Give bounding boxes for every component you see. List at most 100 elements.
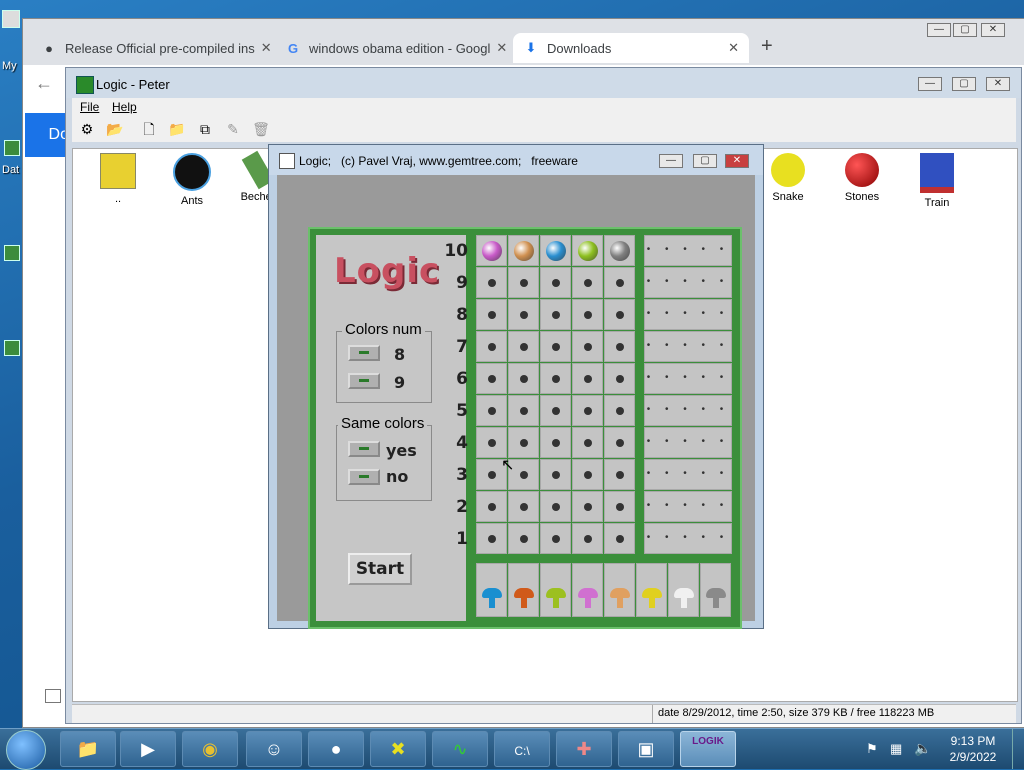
peg-hole[interactable] [540,523,571,554]
file-item-stones[interactable]: Stones [827,153,897,203]
peg-hole[interactable] [508,523,539,554]
open-folder-icon[interactable]: 📂 [106,120,124,138]
media-taskbar-button[interactable]: ▶ [120,731,176,767]
new-file-icon[interactable]: 🗋 [140,120,158,138]
tree-icon[interactable]: ⚙ [78,120,96,138]
file-item-train[interactable]: Train [902,153,972,209]
new-folder-icon[interactable]: 📁 [168,120,186,138]
same-yes-option[interactable] [348,441,380,457]
puzzle-taskbar-button[interactable]: ▣ [618,731,674,767]
peg-hole[interactable] [604,331,635,362]
close-button[interactable]: ✕ [981,23,1005,37]
peg-hole[interactable] [604,267,635,298]
color-peg-picker[interactable] [476,563,507,617]
peg-hole[interactable] [540,299,571,330]
clock-date[interactable]: 2/9/2022 [940,750,1006,764]
peg-hole[interactable] [508,491,539,522]
color-peg-picker[interactable] [508,563,539,617]
tab-google[interactable]: G windows obama edition - Googl ✕ [275,33,509,63]
close-icon[interactable]: ✕ [255,40,271,56]
logik-taskbar-button[interactable]: LOGIK [680,731,736,767]
tab-github[interactable]: ● Release Official pre-compiled ins ✕ [31,33,271,63]
peg-hole[interactable] [476,523,507,554]
logic-minimize-button[interactable]: — [659,154,683,168]
chrome-taskbar-button[interactable]: ◉ [182,731,238,767]
peg-hole[interactable] [476,267,507,298]
page-small-icon[interactable] [45,689,61,703]
file-item-ants[interactable]: Ants [157,153,227,207]
peter-minimize-button[interactable]: — [918,77,942,91]
color-peg-picker[interactable] [700,563,731,617]
peg-hole[interactable] [572,459,603,490]
peg-hole[interactable] [476,427,507,458]
scope-taskbar-button[interactable]: ∿ [432,731,488,767]
file-item-up[interactable]: .. [83,153,153,205]
colors-8-option[interactable] [348,345,380,361]
same-no-option[interactable] [348,469,380,485]
color-peg-picker[interactable] [668,563,699,617]
peg-hole[interactable] [572,427,603,458]
close-icon[interactable]: ✕ [490,40,507,56]
peg-hole[interactable] [476,491,507,522]
desktop-app-icon-2[interactable] [4,340,20,356]
explorer-taskbar-button[interactable]: 📁 [60,731,116,767]
peg-hole[interactable] [572,299,603,330]
peg-hole[interactable] [508,427,539,458]
peg-hole[interactable] [476,331,507,362]
peg-hole[interactable] [604,491,635,522]
peg-hole[interactable] [604,235,635,266]
peg-hole[interactable] [540,395,571,426]
color-peg-picker[interactable] [604,563,635,617]
cross-taskbar-button[interactable]: ✚ [556,731,612,767]
color-peg-picker[interactable] [540,563,571,617]
peg-hole[interactable] [508,299,539,330]
peg-hole[interactable] [540,491,571,522]
peg-hole[interactable] [572,363,603,394]
start-button-orb[interactable] [6,730,46,770]
peg-hole[interactable] [476,363,507,394]
cmd-taskbar-button[interactable]: C:\ [494,731,550,767]
peg-hole[interactable] [540,459,571,490]
peg-hole[interactable] [572,235,603,266]
maximize-button[interactable]: ▢ [953,23,977,37]
menu-file[interactable]: File [80,100,99,114]
peg-hole[interactable] [508,235,539,266]
ants-taskbar-button[interactable]: ● [308,731,364,767]
peg-hole[interactable] [604,363,635,394]
rename-icon[interactable]: ✎ [224,120,242,138]
logic-maximize-button[interactable]: ▢ [693,154,717,168]
back-arrow-icon[interactable]: ← [35,73,53,94]
peg-hole[interactable] [508,267,539,298]
color-peg-picker[interactable] [636,563,667,617]
peg-hole[interactable] [476,395,507,426]
peg-hole[interactable] [508,363,539,394]
x-app-taskbar-button[interactable]: ✖ [370,731,426,767]
colors-9-option[interactable] [348,373,380,389]
start-button[interactable]: Start [348,553,412,585]
peg-hole[interactable] [604,299,635,330]
peg-hole[interactable] [572,491,603,522]
peg-hole[interactable] [540,363,571,394]
menu-help[interactable]: Help [112,100,137,114]
peg-hole[interactable] [604,427,635,458]
peg-hole[interactable] [540,235,571,266]
peg-hole[interactable] [476,299,507,330]
desktop-file-icon[interactable] [4,140,20,156]
new-tab-button[interactable]: + [761,35,773,58]
tab-downloads[interactable]: ⬇ Downloads ✕ [513,33,749,63]
peg-hole[interactable] [604,459,635,490]
close-icon[interactable]: ✕ [722,40,739,56]
peter-taskbar-button[interactable]: ☺ [246,731,302,767]
color-peg-picker[interactable] [572,563,603,617]
peg-hole[interactable] [572,523,603,554]
peg-hole[interactable] [540,331,571,362]
show-desktop-button[interactable] [1012,729,1024,769]
peg-hole[interactable] [604,395,635,426]
peter-close-button[interactable]: ✕ [986,77,1010,91]
peg-hole[interactable] [572,395,603,426]
peg-hole[interactable] [508,331,539,362]
volume-icon[interactable]: 🔈 [914,740,931,757]
peter-maximize-button[interactable]: ▢ [952,77,976,91]
peg-hole[interactable] [540,267,571,298]
flag-icon[interactable]: ⚑ [866,741,878,757]
